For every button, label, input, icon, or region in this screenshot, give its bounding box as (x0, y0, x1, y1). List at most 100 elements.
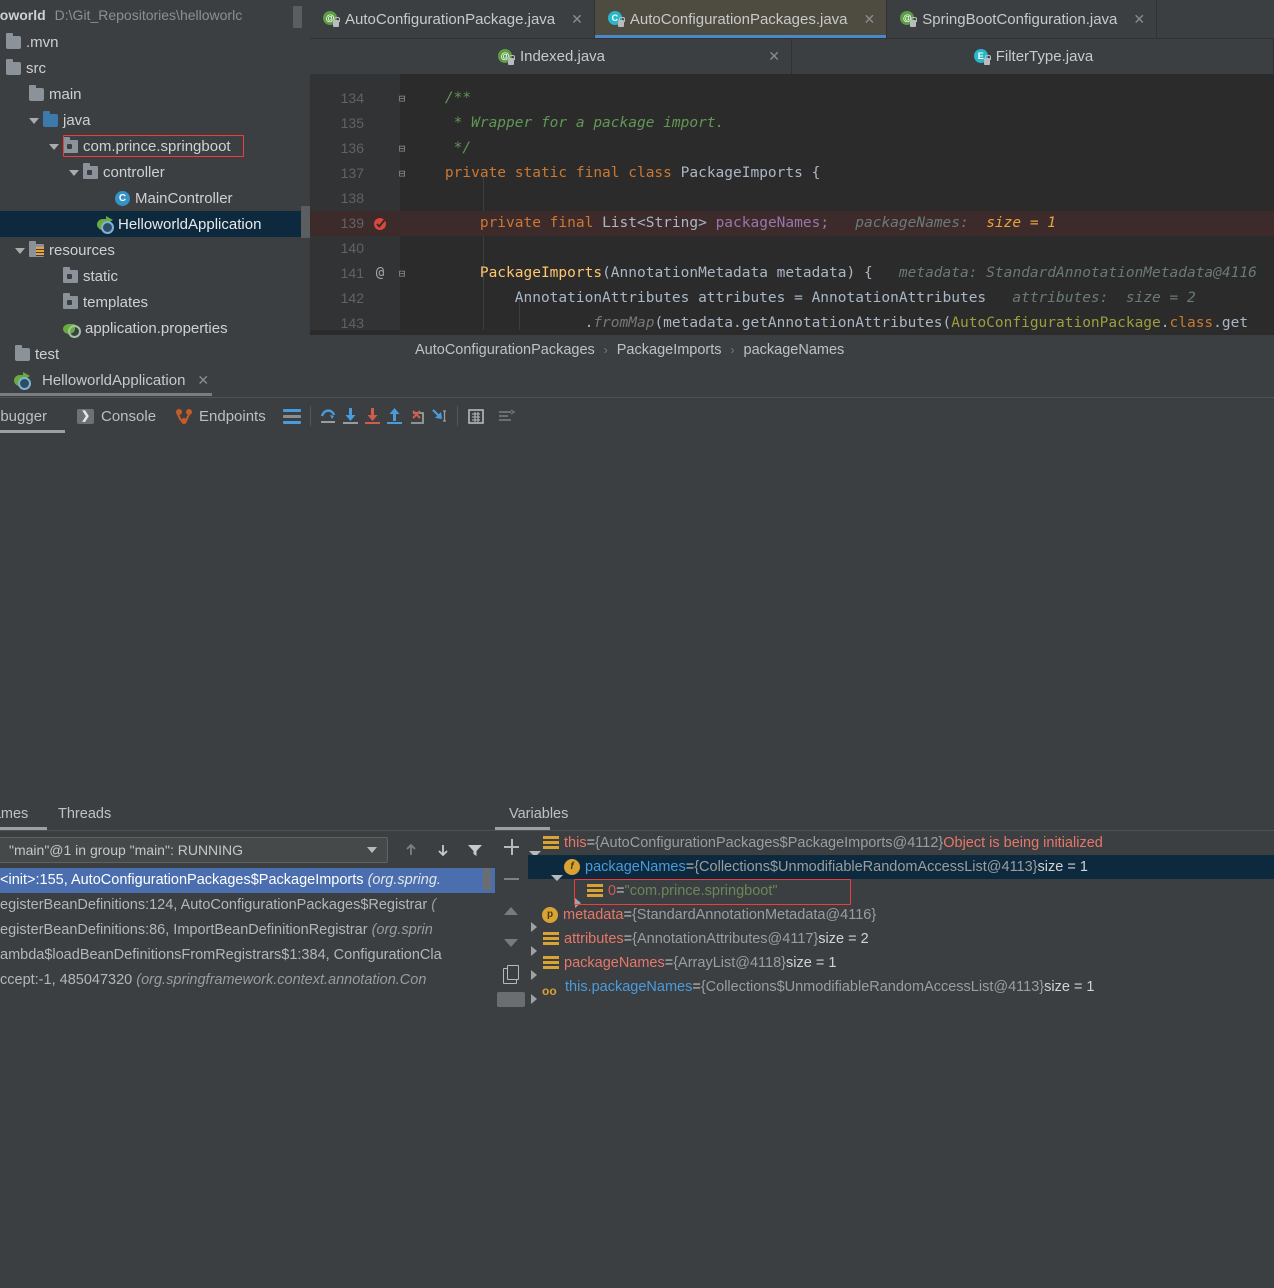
close-tab-icon[interactable]: ✕ (571, 11, 583, 28)
variable-equals: = (664, 955, 674, 971)
add-watch-icon[interactable] (495, 831, 528, 863)
close-tab-icon[interactable]: ✕ (1133, 11, 1145, 28)
step-out-icon[interactable] (384, 405, 406, 427)
variables-scrollbar[interactable] (497, 992, 525, 1007)
step-into-icon[interactable] (340, 405, 362, 427)
editor-tab[interactable]: E FilterType.java (792, 39, 1274, 74)
fold-toggle-icon[interactable]: ⊟ (396, 261, 408, 286)
tree-node[interactable]: C MainController (0, 185, 310, 211)
frames-scrollbar[interactable] (483, 868, 491, 890)
settings-icon[interactable] (495, 405, 517, 427)
close-tab-icon[interactable]: ✕ (864, 11, 876, 28)
fold-toggle-icon[interactable]: ⊟ (396, 161, 408, 186)
chevron-down-icon[interactable] (68, 166, 81, 179)
tree-node[interactable]: resources (0, 237, 310, 263)
variable-row[interactable]: 0 = "com.prince.springboot" (528, 879, 1274, 908)
breakpoint-icon[interactable] (372, 211, 388, 236)
variable-row[interactable]: oo this.packageNames = {Collections$Unmod… (528, 975, 1274, 1004)
tree-node[interactable]: HelloworldApplication (0, 211, 310, 237)
tab-endpoints[interactable]: Endpoints (175, 398, 266, 434)
move-down-icon[interactable] (495, 927, 528, 959)
tab-debugger[interactable]: ebugger (0, 398, 47, 434)
step-over-icon[interactable] (318, 405, 340, 427)
frames-list[interactable]: <init>:155, AutoConfigurationPackages$Pa… (0, 868, 495, 993)
variable-row[interactable]: p metadata = {StandardAnnotationMetadata@… (528, 903, 1274, 932)
tree-node[interactable]: main (0, 81, 310, 107)
stack-frame-row[interactable]: ambda$loadBeanDefinitionsFromRegistrars$… (0, 943, 495, 968)
parameter-variable-icon: p (542, 907, 558, 923)
annotation-gutter-icon[interactable]: @ (372, 261, 388, 286)
editor-tab[interactable]: @ AutoConfigurationPackage.java ✕ (310, 0, 595, 38)
breadcrumb-item[interactable]: AutoConfigurationPackages (415, 342, 595, 358)
tree-node[interactable]: com.prince.springboot (0, 133, 310, 159)
code-token: (metadata.getAnnotationAttributes( (654, 315, 952, 330)
variable-row[interactable]: packageNames = {ArrayList@4118} size = 1 (528, 951, 1274, 980)
run-tab-helloworldapplication[interactable]: HelloworldApplication ✕ (14, 365, 209, 396)
close-icon[interactable]: ✕ (197, 372, 209, 389)
tree-node[interactable]: test (0, 341, 310, 365)
tree-node[interactable]: controller (0, 159, 310, 185)
code-line[interactable]: 134 ⊟ /** (310, 86, 1274, 111)
drop-frame-icon[interactable] (406, 405, 428, 427)
stack-frame-row[interactable]: egisterBeanDefinitions:86, ImportBeanDef… (0, 918, 495, 943)
fold-toggle-icon[interactable]: ⊟ (396, 136, 408, 161)
code-line[interactable]: 136 ⊟ */ (310, 136, 1274, 161)
code-line[interactable]: 143 .fromMap(metadata.getAnnotationAttri… (310, 311, 1274, 330)
code-line[interactable]: 138 (310, 186, 1274, 211)
thread-select[interactable]: "main"@1 in group "main": RUNNING (0, 837, 388, 863)
code-line[interactable]: 133 (310, 74, 1274, 86)
code-line[interactable]: 139 private final List<String> packageNa… (310, 211, 1274, 236)
editor-tab[interactable]: @ Indexed.java ✕ (310, 39, 792, 74)
stack-frame-row[interactable]: <init>:155, AutoConfigurationPackages$Pa… (0, 868, 495, 893)
chevron-down-icon[interactable] (28, 114, 41, 127)
stack-frame-row[interactable]: egisterBeanDefinitions:124, AutoConfigur… (0, 893, 495, 918)
mute-breakpoints-icon[interactable] (281, 405, 303, 427)
variable-row[interactable]: this = {AutoConfigurationPackages$Packag… (528, 831, 1274, 857)
code-line[interactable]: 141 @ ⊟ PackageImports(AnnotationMetadata … (310, 261, 1274, 286)
tree-node[interactable]: templates (0, 289, 310, 315)
code-token: class (1169, 315, 1214, 330)
editor-tabs-row-2: @ Indexed.java ✕ E FilterType.java (310, 38, 1274, 74)
move-up-icon[interactable] (495, 895, 528, 927)
project-tree-scrollbar[interactable] (301, 206, 310, 238)
line-number: 141 (340, 265, 364, 281)
tree-node[interactable]: application.properties (0, 315, 310, 341)
tab-frames[interactable]: rames (0, 806, 28, 822)
tree-node[interactable]: static (0, 263, 310, 289)
chevron-down-icon[interactable] (14, 244, 27, 257)
package-icon (63, 266, 78, 283)
tree-node[interactable]: src (0, 55, 310, 81)
project-header-scrollbar[interactable] (293, 6, 302, 28)
remove-watch-icon[interactable] (495, 863, 528, 895)
tree-node[interactable]: java (0, 107, 310, 133)
run-to-cursor-glyph (432, 409, 446, 422)
chevron-down-icon[interactable] (48, 140, 61, 153)
evaluate-expression-icon[interactable] (465, 405, 487, 427)
filter-icon[interactable] (466, 841, 484, 862)
editor-tab[interactable]: C AutoConfigurationPackages.java ✕ (594, 0, 888, 38)
close-tab-icon[interactable]: ✕ (768, 48, 780, 65)
code-line[interactable]: 142 AnnotationAttributes attributes = An… (310, 286, 1274, 311)
frames-down-icon[interactable] (434, 841, 452, 862)
tab-console[interactable]: ❯ Console (77, 398, 156, 434)
tab-variables[interactable]: Variables (509, 806, 568, 822)
code-token: PackageImports { (680, 165, 821, 181)
run-to-cursor-icon[interactable] (428, 405, 450, 427)
code-viewport[interactable]: 133 134 ⊟ /** 135 * Wrapper for a package i… (310, 74, 1274, 330)
tree-node[interactable]: .mvn (0, 29, 310, 55)
breadcrumb-item[interactable]: packageNames (744, 342, 845, 358)
tab-threads[interactable]: Threads (58, 806, 111, 822)
variable-row[interactable]: attributes = {AnnotationAttributes@4117}… (528, 927, 1274, 956)
code-line[interactable]: 137 ⊟ private static final class PackageI… (310, 161, 1274, 186)
variable-row[interactable]: f packageNames = {Collections$Unmodifiabl… (528, 855, 1274, 881)
frames-up-icon[interactable] (402, 841, 420, 862)
code-line[interactable]: 135 * Wrapper for a package import. (310, 111, 1274, 136)
breadcrumb-item[interactable]: PackageImports (617, 342, 722, 358)
editor-tab[interactable]: @ SpringBootConfiguration.java ✕ (887, 0, 1158, 38)
code-line[interactable]: 140 (310, 236, 1274, 261)
variables-tree[interactable]: this = {AutoConfigurationPackages$Packag… (528, 831, 1274, 1004)
stack-frame-row[interactable]: ccept:-1, 485047320 (org.springframework… (0, 968, 495, 993)
fold-toggle-icon[interactable]: ⊟ (396, 86, 408, 111)
copy-value-icon[interactable] (495, 959, 528, 991)
force-step-into-icon[interactable] (362, 405, 384, 427)
